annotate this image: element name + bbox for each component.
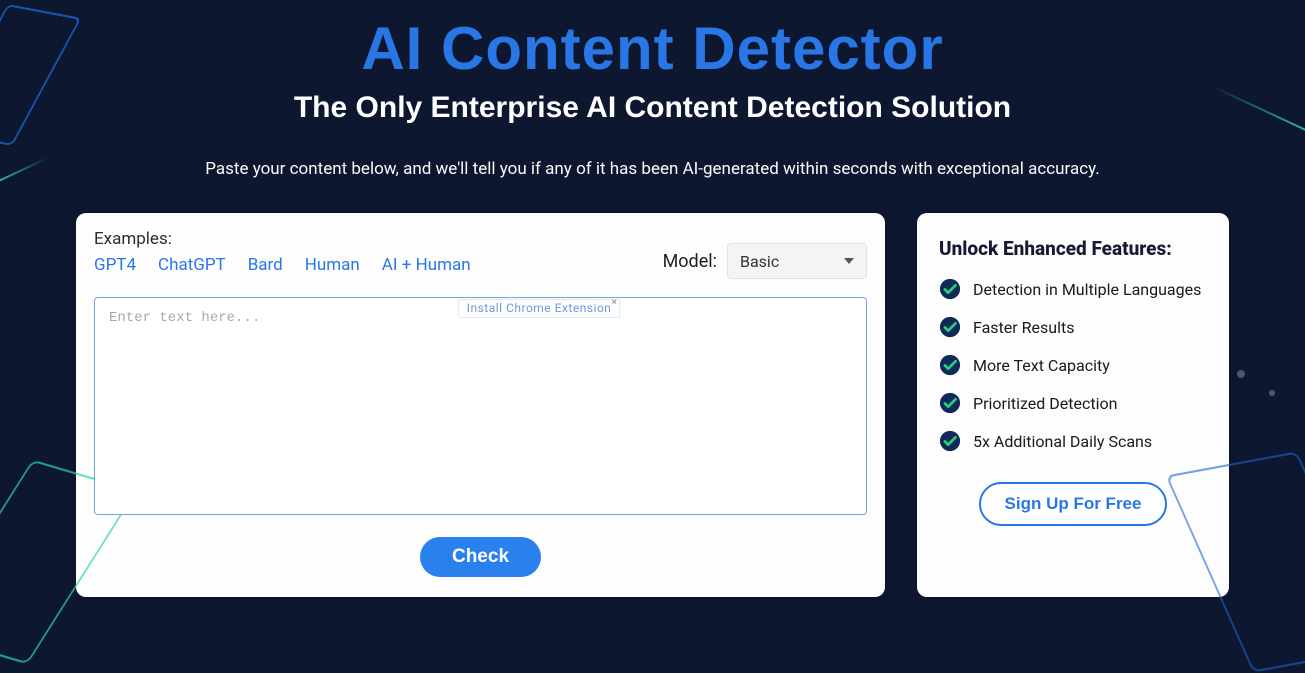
model-selected-value: Basic	[740, 252, 779, 271]
feature-label: More Text Capacity	[973, 356, 1110, 375]
check-circle-icon	[939, 392, 961, 414]
feature-label: 5x Additional Daily Scans	[973, 432, 1152, 451]
check-button[interactable]: Check	[420, 537, 541, 577]
example-link-bard[interactable]: Bard	[248, 255, 283, 275]
content-textarea[interactable]	[94, 297, 867, 515]
features-card: Unlock Enhanced Features: Detection in M…	[917, 213, 1229, 597]
bg-dot	[1269, 390, 1275, 396]
detector-card: Examples: GPT4 ChatGPT Bard Human AI + H…	[76, 213, 885, 597]
page-subtitle: The Only Enterprise AI Content Detection…	[0, 91, 1305, 125]
model-select[interactable]: Basic	[727, 243, 867, 279]
feature-item: Faster Results	[939, 316, 1207, 338]
feature-item: Prioritized Detection	[939, 392, 1207, 414]
feature-item: Detection in Multiple Languages	[939, 278, 1207, 300]
close-icon[interactable]: ×	[612, 297, 618, 308]
bg-dot	[1237, 370, 1245, 378]
feature-label: Prioritized Detection	[973, 394, 1117, 413]
chevron-down-icon	[844, 258, 854, 264]
example-links: GPT4 ChatGPT Bard Human AI + Human	[94, 255, 471, 275]
feature-label: Faster Results	[973, 318, 1074, 337]
chrome-extension-label: Install Chrome Extension	[467, 301, 612, 315]
model-label: Model:	[663, 251, 717, 272]
chrome-extension-badge[interactable]: Install Chrome Extension ×	[458, 299, 621, 318]
page-title: AI Content Detector	[0, 14, 1305, 83]
page-description: Paste your content below, and we'll tell…	[0, 159, 1305, 179]
check-circle-icon	[939, 278, 961, 300]
check-circle-icon	[939, 316, 961, 338]
feature-label: Detection in Multiple Languages	[973, 280, 1201, 299]
example-link-gpt4[interactable]: GPT4	[94, 255, 136, 275]
signup-button[interactable]: Sign Up For Free	[979, 482, 1168, 526]
features-title: Unlock Enhanced Features:	[939, 237, 1207, 260]
examples-label: Examples:	[94, 229, 471, 249]
check-circle-icon	[939, 430, 961, 452]
example-link-ai-human[interactable]: AI + Human	[382, 255, 471, 275]
feature-item: More Text Capacity	[939, 354, 1207, 376]
feature-item: 5x Additional Daily Scans	[939, 430, 1207, 452]
example-link-human[interactable]: Human	[305, 255, 360, 275]
check-circle-icon	[939, 354, 961, 376]
example-link-chatgpt[interactable]: ChatGPT	[158, 255, 226, 275]
